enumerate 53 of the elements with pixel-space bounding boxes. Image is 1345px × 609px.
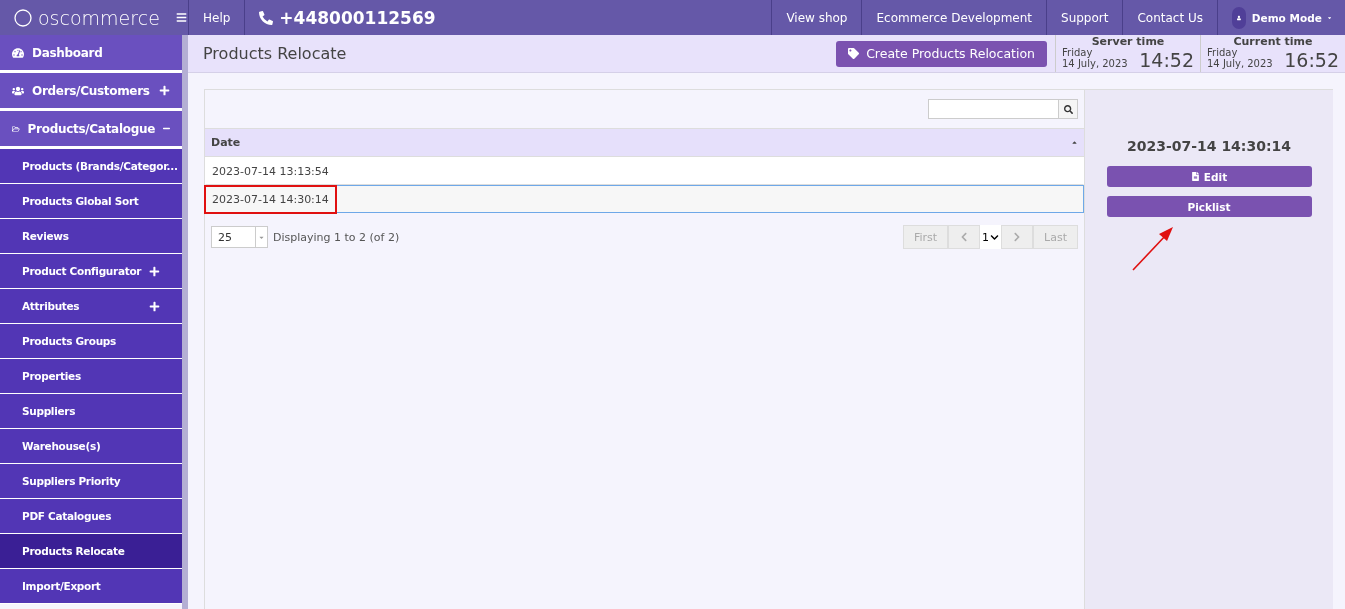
clock-label: Server time <box>1090 35 1166 48</box>
sidebar-item[interactable]: Attributes <box>0 289 182 324</box>
sidebar-item[interactable]: Import/Export <box>0 569 182 604</box>
sidebar-item[interactable]: Properties <box>0 359 182 394</box>
page-select[interactable]: 1 <box>980 225 1002 249</box>
logo-text: oscommerce <box>38 6 160 29</box>
picklist-button[interactable]: Picklist <box>1106 196 1312 217</box>
page-size-select[interactable]: 25 <box>211 226 268 248</box>
expand-icon[interactable] <box>159 85 170 96</box>
clock-date: Friday 14 July, 2023 <box>1207 48 1274 71</box>
expand-icon[interactable] <box>149 265 160 277</box>
phone-icon <box>259 10 274 25</box>
sidebar-item[interactable]: Products Groups <box>0 324 182 359</box>
sidebar-item[interactable]: Orders/Customers <box>0 73 182 111</box>
detail-title: 2023-07-14 14:30:14 <box>1126 138 1292 154</box>
sort-icon <box>1071 139 1078 146</box>
dashboard-icon <box>12 46 24 59</box>
create-button[interactable]: Create Products Relocation <box>836 40 1047 67</box>
clock-time: 16:52 <box>1284 49 1339 71</box>
sidebar-item[interactable]: Suppliers <box>0 394 182 429</box>
sidebar-item[interactable]: Warehouse(s) <box>0 429 182 464</box>
tag-icon <box>848 48 860 59</box>
phone-number: +448000112569 <box>279 7 436 28</box>
table-row[interactable]: 2023-07-14 14:30:14 <box>205 185 1084 213</box>
search-field[interactable] <box>928 99 1059 119</box>
page-title: Products Relocate <box>202 44 348 63</box>
pagination-info: Displaying 1 to 2 (of 2) <box>273 230 400 244</box>
sidebar-item[interactable]: Product Configurator <box>0 254 182 289</box>
search-button[interactable] <box>1059 99 1078 119</box>
sidebar-item[interactable]: Products (Brands/Categor... <box>0 149 182 184</box>
expand-icon[interactable] <box>149 300 160 312</box>
sidebar-item[interactable]: Products Global Sort <box>0 184 182 219</box>
sidebar-item[interactable]: Products Relocate <box>0 534 182 569</box>
user-avatar-icon <box>1232 6 1246 29</box>
document-icon <box>1190 172 1200 181</box>
sidebar-item[interactable]: Dashboard <box>0 35 182 73</box>
users-icon <box>12 84 24 97</box>
sidebar-item[interactable]: PDF Catalogues <box>0 499 182 534</box>
clock-time: 14:52 <box>1139 49 1194 71</box>
sidebar-item[interactable]: Reviews <box>0 219 182 254</box>
chevron-left-icon <box>959 232 970 242</box>
table-row[interactable]: 2023-07-14 13:13:54 <box>205 157 1084 185</box>
arrow-drawing <box>1131 226 1175 272</box>
column-header[interactable]: Date <box>205 128 1084 157</box>
menu-icon[interactable] <box>175 12 187 23</box>
chevron-down-icon <box>990 232 1000 242</box>
clock-date: Friday 14 July, 2023 <box>1062 48 1129 71</box>
sidebar-item[interactable]: Suppliers Priority <box>0 464 182 499</box>
search-icon <box>1063 104 1073 114</box>
edit-button[interactable]: Edit <box>1106 166 1312 187</box>
logo-icon <box>14 8 32 27</box>
sidebar-item[interactable]: Products/Catalogue <box>0 111 182 149</box>
clock-label: Current time <box>1232 35 1314 48</box>
